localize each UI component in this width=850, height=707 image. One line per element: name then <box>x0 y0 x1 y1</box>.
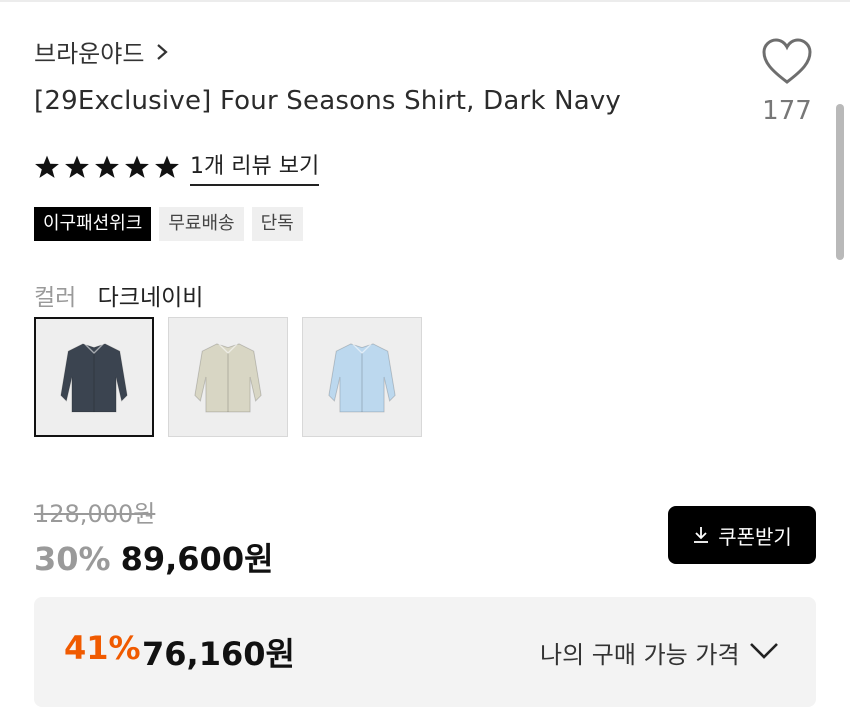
star-icon <box>125 155 149 178</box>
star-icon <box>65 155 89 178</box>
star-rating <box>34 154 180 180</box>
badge: 이구패션위크 <box>34 207 152 241</box>
selected-color: 다크네이비 <box>97 285 204 311</box>
my-discount-percent: 41% <box>64 629 141 667</box>
sale-price: 89,600원 <box>120 540 274 578</box>
color-swatch[interactable] <box>302 317 422 437</box>
star-icon <box>155 155 179 178</box>
star-icon <box>95 155 119 178</box>
my-price-label: 나의 구매 가능 가격 <box>540 641 740 669</box>
coupon-button[interactable]: 쿠폰받기 <box>668 506 816 564</box>
chevron-right-icon <box>157 43 169 60</box>
product-title: [29Exclusive] Four Seasons Shirt, Dark N… <box>34 86 622 116</box>
badge: 단독 <box>251 207 303 241</box>
heart-icon <box>762 38 812 84</box>
my-price-panel[interactable]: 41% 76,160원 나의 구매 가능 가격 <box>34 597 816 707</box>
like-count: 177 <box>762 96 812 126</box>
coupon-label: 쿠폰받기 <box>718 524 792 549</box>
original-price: 128,000원 <box>34 500 156 528</box>
badge-list: 이구패션위크 무료배송 단독 <box>34 207 303 241</box>
star-icon <box>35 155 59 178</box>
scrollbar[interactable] <box>836 104 844 260</box>
review-link[interactable]: 1개 리뷰 보기 <box>190 148 320 186</box>
badge: 무료배송 <box>159 207 244 241</box>
discount-percent: 30% <box>34 540 111 578</box>
shirt-image <box>60 343 128 413</box>
color-swatch[interactable] <box>168 317 288 437</box>
download-icon <box>694 527 709 543</box>
color-swatch[interactable] <box>34 317 154 437</box>
color-option-row: 컬러 다크네이비 <box>34 278 203 312</box>
shirt-image <box>328 343 396 413</box>
color-label: 컬러 <box>34 285 77 311</box>
shirt-image <box>194 343 262 413</box>
like-button[interactable]: 177 <box>756 38 818 126</box>
chevron-down-icon[interactable] <box>748 641 780 661</box>
top-divider <box>0 0 850 2</box>
brand-name: 브라운야드 <box>34 40 145 68</box>
rating-row: 1개 리뷰 보기 <box>34 148 320 186</box>
sale-price-row: 30% 89,600원 <box>34 534 274 580</box>
my-price: 76,160원 <box>142 635 295 673</box>
color-swatches <box>34 317 422 437</box>
brand-link[interactable]: 브라운야드 <box>34 34 170 69</box>
